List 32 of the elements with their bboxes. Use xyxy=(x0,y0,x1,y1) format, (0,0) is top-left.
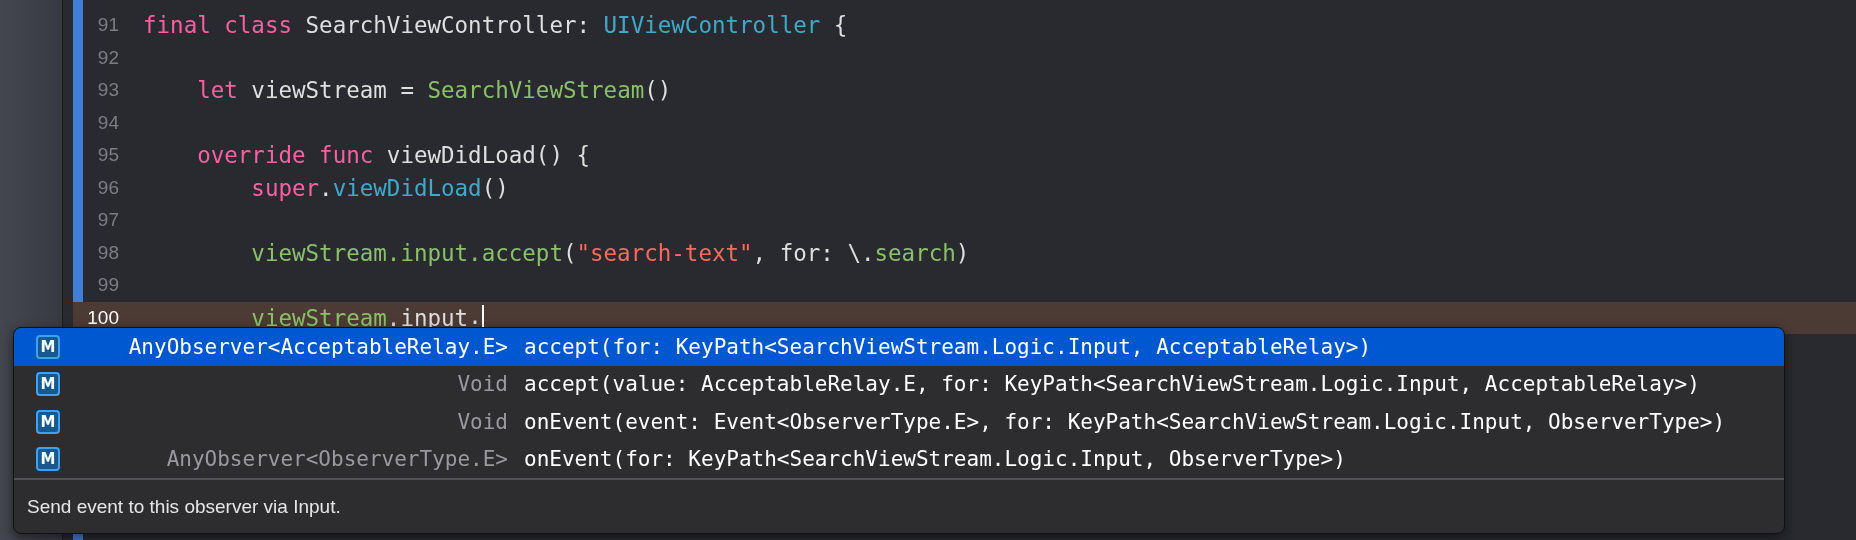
code-line: viewStream.input.accept("search-text", for: \.search) xyxy=(250,239,970,266)
method-badge: M xyxy=(36,409,60,434)
completion-item[interactable]: M Void onEvent(event: Event<ObserverType.E>, for: KeyPath<SearchViewStream.Logic.Input, ObserverType>) xyxy=(14,403,1784,441)
completion-item[interactable]: M AnyObserver<AcceptableRelay.E> accept(for: KeyPath<SearchViewStream.Logic.Input, AcceptableRelay>) xyxy=(14,328,1784,366)
line-number: 96 xyxy=(96,176,120,199)
line-number: 95 xyxy=(96,144,120,167)
line-number: 91 xyxy=(96,14,120,37)
line-number: 94 xyxy=(96,111,120,134)
completion-description: Send event to this observer via Input. xyxy=(27,495,341,518)
method-signature: onEvent(for: KeyPath<SearchViewStream.Logic.Input, ObserverType>) xyxy=(524,447,1346,472)
method-signature: accept(value: AcceptableRelay.E, for: KeyPath<SearchViewStream.Logic.Input, AcceptableRelay>) xyxy=(524,372,1700,397)
method-badge: M xyxy=(36,334,60,359)
method-badge: M xyxy=(36,447,60,472)
code-line: super.viewDidLoad() xyxy=(250,174,509,201)
line-number: 93 xyxy=(96,79,120,102)
code-line: final class SearchViewController: UIViewController { xyxy=(143,12,848,39)
line-number: 98 xyxy=(96,241,120,264)
line-number: 100 xyxy=(86,306,120,329)
line-number: 97 xyxy=(96,209,120,232)
return-type: AnyObserver<AcceptableRelay.E> xyxy=(127,334,508,359)
method-signature: onEvent(event: Event<ObserverType.E>, for: KeyPath<SearchViewStream.Logic.Input, ObserverType>) xyxy=(524,409,1726,434)
return-type: AnyObserver<ObserverType.E> xyxy=(165,447,508,472)
completion-item[interactable]: M AnyObserver<ObserverType.E> onEvent(for: KeyPath<SearchViewStream.Logic.Input, ObserverType>) xyxy=(14,440,1784,478)
return-type: Void xyxy=(456,409,508,434)
code-line: let viewStream = SearchViewStream() xyxy=(196,77,672,104)
line-number: 99 xyxy=(96,274,120,297)
completion-item[interactable]: M Void accept(value: AcceptableRelay.E, for: KeyPath<SearchViewStream.Logic.Input, AcceptableRelay>) xyxy=(14,365,1784,403)
line-number: 92 xyxy=(96,46,120,69)
method-badge: M xyxy=(36,372,60,397)
code-line: override func viewDidLoad() { xyxy=(196,142,591,169)
return-type: Void xyxy=(456,372,508,397)
method-signature: accept(for: KeyPath<SearchViewStream.Logic.Input, AcceptableRelay>) xyxy=(524,334,1372,359)
